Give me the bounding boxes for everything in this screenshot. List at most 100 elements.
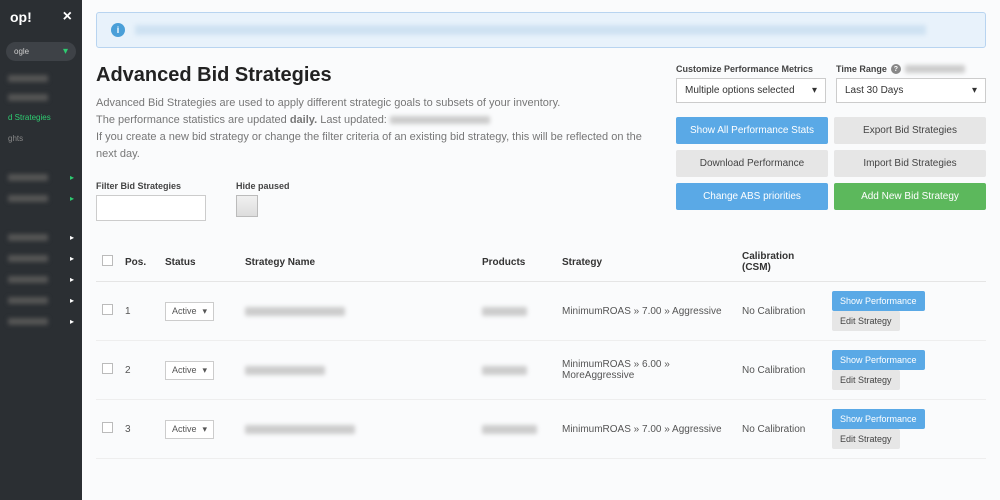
help-icon[interactable]: ? xyxy=(891,64,901,74)
nav-label-blur xyxy=(8,255,48,262)
sidebar-item[interactable]: ▸ xyxy=(0,188,82,209)
banner-text-blur xyxy=(135,25,926,35)
chevron-right-icon: ▸ xyxy=(70,275,74,284)
cell-pos: 3 xyxy=(119,400,159,459)
priorities-button[interactable]: Change ABS priorities xyxy=(676,183,828,210)
time-range-control: Time Range ? Last 30 Days ▾ xyxy=(836,64,986,103)
hide-paused-checkbox[interactable] xyxy=(236,195,258,217)
sidebar-item-label: ghts xyxy=(8,134,23,143)
sidebar-item[interactable] xyxy=(0,88,82,107)
time-range-select[interactable]: Last 30 Days ▾ xyxy=(836,78,986,103)
nav-label-blur xyxy=(8,297,48,304)
edit-strategy-button[interactable]: Edit Strategy xyxy=(832,429,900,449)
col-pos: Pos. xyxy=(119,243,159,282)
desc-line-2-bold: daily. xyxy=(290,114,317,126)
show-performance-button[interactable]: Show Performance xyxy=(832,409,925,429)
cell-pos: 1 xyxy=(119,282,159,341)
row-checkbox[interactable] xyxy=(102,304,113,315)
cell-calibration: No Calibration xyxy=(736,282,826,341)
edit-strategy-button[interactable]: Edit Strategy xyxy=(832,311,900,331)
show-performance-button[interactable]: Show Performance xyxy=(832,350,925,370)
sidebar-header: op! × xyxy=(0,0,82,34)
chevron-down-icon: ▾ xyxy=(812,85,817,96)
sidebar-item-insights[interactable]: ghts xyxy=(0,128,82,149)
nav-label-blur xyxy=(8,276,48,283)
desc-line-1: Advanced Bid Strategies are used to appl… xyxy=(96,97,560,109)
cell-strategy: MinimumROAS » 7.00 » Aggressive xyxy=(556,400,736,459)
download-button[interactable]: Download Performance xyxy=(676,150,828,177)
time-range-value: Last 30 Days xyxy=(845,85,903,96)
metrics-select[interactable]: Multiple options selected ▾ xyxy=(676,78,826,103)
sidebar-item[interactable]: ▸ xyxy=(0,290,82,311)
row-checkbox[interactable] xyxy=(102,363,113,374)
nav-label-blur xyxy=(8,234,48,241)
sidebar-item[interactable]: ▸ xyxy=(0,227,82,248)
status-select[interactable]: Active▾ xyxy=(165,420,214,439)
cell-calibration: No Calibration xyxy=(736,341,826,400)
cell-calibration: No Calibration xyxy=(736,400,826,459)
sidebar-item[interactable]: ▸ xyxy=(0,269,82,290)
chevron-right-icon: ▸ xyxy=(70,254,74,263)
hide-paused-label: Hide paused xyxy=(236,181,290,191)
metrics-value: Multiple options selected xyxy=(685,85,795,96)
strategies-table: Pos. Status Strategy Name Products Strat… xyxy=(96,243,986,459)
cell-products-blur xyxy=(482,425,537,434)
nav-label-blur xyxy=(8,174,48,181)
table-row: 1 Active▾ MinimumROAS » 7.00 » Aggressiv… xyxy=(96,282,986,341)
cell-name-blur xyxy=(245,307,345,316)
chevron-right-icon: ▸ xyxy=(70,233,74,242)
page-description: Advanced Bid Strategies are used to appl… xyxy=(96,95,652,163)
nav-group-top: d Strategies ghts xyxy=(0,69,82,149)
table-head: Pos. Status Strategy Name Products Strat… xyxy=(96,243,986,282)
controls-top-row: Customize Performance Metrics Multiple o… xyxy=(676,64,986,103)
table-row: 2 Active▾ MinimumROAS » 6.00 » MoreAggre… xyxy=(96,341,986,400)
nav-group-mid: ▸ ▸ xyxy=(0,167,82,209)
edit-strategy-button[interactable]: Edit Strategy xyxy=(832,370,900,390)
info-icon: i xyxy=(111,23,125,37)
cell-products-blur xyxy=(482,366,527,375)
import-button[interactable]: Import Bid Strategies xyxy=(834,150,986,177)
chevron-down-icon: ▾ xyxy=(203,306,208,317)
time-range-label: Time Range ? xyxy=(836,64,986,74)
time-range-extra-blur xyxy=(905,65,965,73)
sidebar-item-strategies[interactable]: d Strategies xyxy=(0,107,82,128)
metrics-label: Customize Performance Metrics xyxy=(676,64,826,74)
brand-text: op! xyxy=(10,9,32,25)
sidebar-item[interactable]: ▸ xyxy=(0,248,82,269)
add-new-button[interactable]: Add New Bid Strategy xyxy=(834,183,986,210)
table-row: 3 Active▾ MinimumROAS » 7.00 » Aggressiv… xyxy=(96,400,986,459)
nav-label-blur xyxy=(8,94,48,101)
account-selector[interactable]: ogle ▾ xyxy=(6,42,76,61)
sidebar-item[interactable]: ▸ xyxy=(0,167,82,188)
sidebar-item-label: d Strategies xyxy=(8,113,51,122)
last-updated-blur xyxy=(390,116,490,124)
nav-label-blur xyxy=(8,195,48,202)
col-strategy: Strategy xyxy=(556,243,736,282)
sidebar-item[interactable]: ▸ xyxy=(0,311,82,332)
close-icon[interactable]: × xyxy=(63,8,72,26)
nav-label-blur xyxy=(8,318,48,325)
col-products: Products xyxy=(476,243,556,282)
cell-products-blur xyxy=(482,307,527,316)
chevron-down-icon: ▾ xyxy=(203,365,208,376)
filter-label: Filter Bid Strategies xyxy=(96,181,206,191)
show-all-stats-button[interactable]: Show All Performance Stats xyxy=(676,117,828,144)
filter-row: Filter Bid Strategies Hide paused xyxy=(96,181,652,221)
filter-input[interactable] xyxy=(96,195,206,221)
page-title: Advanced Bid Strategies xyxy=(96,64,652,87)
page-header: Advanced Bid Strategies Advanced Bid Str… xyxy=(96,64,986,221)
desc-line-2-last: Last updated: xyxy=(317,114,390,126)
show-performance-button[interactable]: Show Performance xyxy=(832,291,925,311)
col-calibration: Calibration (CSM) xyxy=(736,243,826,282)
select-all-checkbox[interactable] xyxy=(102,255,113,266)
status-select[interactable]: Active▾ xyxy=(165,302,214,321)
col-name: Strategy Name xyxy=(239,243,476,282)
table-body: 1 Active▾ MinimumROAS » 7.00 » Aggressiv… xyxy=(96,282,986,459)
sidebar-item[interactable] xyxy=(0,69,82,88)
chevron-right-icon: ▸ xyxy=(70,296,74,305)
export-button[interactable]: Export Bid Strategies xyxy=(834,117,986,144)
row-checkbox[interactable] xyxy=(102,422,113,433)
status-select[interactable]: Active▾ xyxy=(165,361,214,380)
col-status: Status xyxy=(159,243,239,282)
chevron-down-icon: ▾ xyxy=(972,85,977,96)
